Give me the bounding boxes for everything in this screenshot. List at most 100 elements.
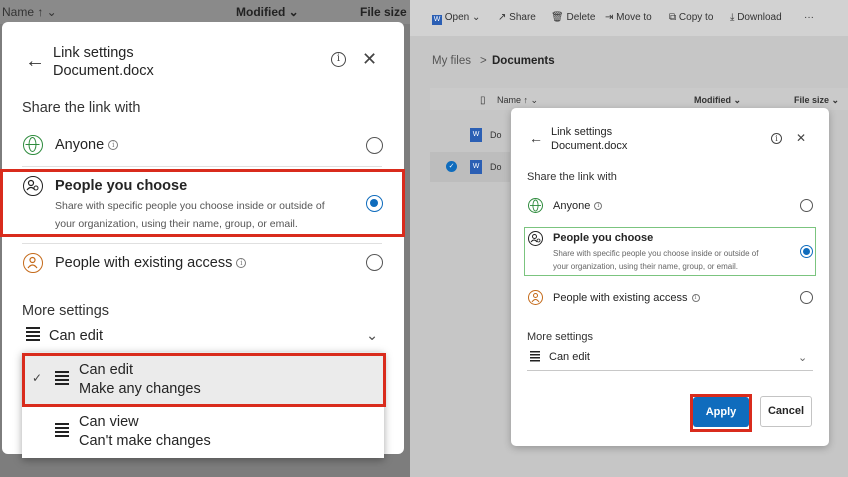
radio-existing-access[interactable] bbox=[366, 254, 383, 271]
link-settings-dialog: ← Link settings Document.docx i ✕ Share … bbox=[511, 108, 829, 446]
word-icon: W bbox=[432, 15, 442, 25]
download-button[interactable]: ⤓ Download bbox=[730, 12, 782, 23]
modified-column-header[interactable]: Modified ⌄ bbox=[694, 95, 741, 106]
existing-access-info-icon[interactable]: i bbox=[691, 294, 700, 302]
doc-type-icon: ▯ bbox=[480, 95, 486, 106]
radio-existing-access[interactable] bbox=[800, 291, 813, 304]
dialog-title-block: Link settings Document.docx bbox=[551, 125, 627, 153]
back-arrow-icon[interactable]: ← bbox=[529, 130, 543, 146]
people-icon bbox=[23, 176, 43, 196]
word-icon: W bbox=[470, 128, 482, 142]
option-anyone[interactable]: Anyone i bbox=[553, 200, 603, 212]
left-panel: Name ↑ ⌄ Modified ⌄ File size ← Link set… bbox=[0, 0, 410, 477]
command-toolbar: W Open ⌄ ↗ Share 🗑 Delete ⇥ Move to ⧉ Co… bbox=[410, 0, 848, 36]
description-line-2: your organization, using their name, gro… bbox=[553, 262, 738, 271]
chevron-down-icon[interactable]: ⌄ bbox=[798, 351, 807, 364]
highlight-can-edit bbox=[22, 353, 386, 407]
share-icon: ↗ bbox=[498, 12, 507, 23]
option-anyone[interactable]: Anyone i bbox=[55, 137, 119, 153]
cancel-button[interactable]: Cancel bbox=[760, 396, 812, 427]
open-label: Open bbox=[444, 12, 470, 23]
select-underline bbox=[527, 370, 813, 371]
bg-name-header: Name ↑ ⌄ bbox=[2, 5, 57, 19]
trash-icon: 🗑 bbox=[551, 12, 564, 23]
copy-to-label: Copy to bbox=[678, 12, 714, 23]
can-view-subtitle: Can't make changes bbox=[79, 433, 211, 449]
radio-people-you-choose[interactable] bbox=[366, 195, 383, 212]
anyone-info-icon[interactable]: i bbox=[108, 140, 119, 150]
move-icon: ⇥ bbox=[605, 12, 614, 23]
word-icon: W bbox=[470, 160, 482, 174]
checkbox-checked-icon[interactable]: ✓ bbox=[446, 161, 457, 172]
download-icon: ⤓ bbox=[730, 12, 735, 23]
open-button[interactable]: W Open ⌄ bbox=[432, 12, 480, 25]
person-icon bbox=[528, 290, 543, 305]
globe-icon bbox=[528, 198, 543, 213]
right-panel: W Open ⌄ ↗ Share 🗑 Delete ⇥ Move to ⧉ Co… bbox=[410, 0, 848, 477]
share-button[interactable]: ↗ Share bbox=[498, 12, 536, 23]
share-heading: Share the link with bbox=[22, 100, 141, 116]
name-column-header[interactable]: Name ↑ ⌄ bbox=[497, 95, 538, 106]
info-icon[interactable]: i bbox=[331, 52, 346, 67]
move-to-label: Move to bbox=[616, 12, 652, 23]
people-you-choose-description: Share with specific people you choose in… bbox=[553, 247, 793, 273]
file-size-column-header[interactable]: File size ⌄ bbox=[794, 95, 839, 106]
breadcrumb-separator: > bbox=[480, 55, 487, 67]
globe-icon bbox=[23, 135, 43, 155]
option-people-you-choose[interactable]: People you choose bbox=[55, 178, 187, 194]
option-existing-access-label: People with existing access bbox=[553, 292, 688, 304]
radio-people-you-choose[interactable] bbox=[800, 245, 813, 258]
option-anyone-label: Anyone bbox=[55, 137, 105, 153]
people-icon bbox=[528, 231, 543, 246]
screenshot-root: Name ↑ ⌄ Modified ⌄ File size ← Link set… bbox=[0, 0, 848, 477]
close-icon[interactable]: ✕ bbox=[796, 131, 806, 145]
file-name: Do bbox=[490, 162, 502, 172]
more-button[interactable]: ··· bbox=[804, 12, 814, 23]
can-view-title: Can view bbox=[79, 414, 139, 430]
delete-button[interactable]: 🗑 Delete bbox=[551, 12, 595, 23]
permission-select[interactable]: Can edit bbox=[49, 328, 103, 344]
file-row[interactable]: W Do bbox=[430, 120, 510, 150]
info-icon[interactable]: i bbox=[771, 133, 782, 144]
edit-permission-icon bbox=[530, 351, 540, 363]
dialog-title: Link settings bbox=[551, 126, 613, 138]
more-settings-heading: More settings bbox=[22, 303, 110, 319]
radio-anyone[interactable] bbox=[366, 137, 383, 154]
share-label: Share bbox=[509, 12, 536, 23]
background-list-header: Name ↑ ⌄ Modified ⌄ File size bbox=[0, 0, 410, 24]
dropdown-option-can-view[interactable]: Can view Can't make changes bbox=[79, 413, 211, 451]
file-list-header: ▯ Name ↑ ⌄ Modified ⌄ File size ⌄ bbox=[430, 88, 848, 110]
share-heading: Share the link with bbox=[527, 171, 617, 183]
dialog-title-block: Link settings Document.docx bbox=[53, 44, 154, 80]
delete-label: Delete bbox=[566, 12, 596, 23]
breadcrumb-my-files[interactable]: My files bbox=[432, 55, 471, 67]
radio-anyone[interactable] bbox=[800, 199, 813, 212]
person-icon bbox=[23, 253, 43, 273]
people-you-choose-description: Share with specific people you choose in… bbox=[55, 197, 365, 233]
breadcrumb-documents: Documents bbox=[492, 55, 555, 67]
option-people-you-choose[interactable]: People you choose bbox=[553, 232, 653, 244]
copy-icon: ⧉ bbox=[669, 12, 677, 23]
chevron-down-icon[interactable]: ⌄ bbox=[366, 328, 378, 344]
option-existing-access[interactable]: People with existing access i bbox=[55, 255, 247, 271]
option-existing-access-label: People with existing access bbox=[55, 255, 233, 271]
permission-select[interactable]: Can edit bbox=[549, 351, 590, 363]
edit-permission-icon bbox=[26, 327, 40, 343]
description-line-2: your organization, using their name, gro… bbox=[55, 218, 298, 230]
close-icon[interactable]: ✕ bbox=[362, 49, 377, 70]
file-row[interactable]: ✓ W Do bbox=[430, 152, 510, 182]
dialog-filename: Document.docx bbox=[53, 63, 154, 79]
anyone-info-icon[interactable]: i bbox=[594, 202, 603, 210]
dialog-title: Link settings bbox=[53, 45, 134, 61]
move-to-button[interactable]: ⇥ Move to bbox=[605, 12, 652, 23]
download-label: Download bbox=[737, 12, 782, 23]
existing-access-info-icon[interactable]: i bbox=[236, 258, 247, 268]
dialog-filename: Document.docx bbox=[551, 140, 628, 152]
file-name: Do bbox=[490, 130, 502, 140]
copy-to-button[interactable]: ⧉ Copy to bbox=[669, 12, 713, 23]
view-permission-icon bbox=[55, 423, 69, 439]
apply-button[interactable]: Apply bbox=[693, 397, 749, 427]
option-anyone-label: Anyone bbox=[553, 200, 591, 212]
option-existing-access[interactable]: People with existing access i bbox=[553, 292, 700, 304]
back-arrow-icon[interactable]: ← bbox=[25, 50, 45, 73]
